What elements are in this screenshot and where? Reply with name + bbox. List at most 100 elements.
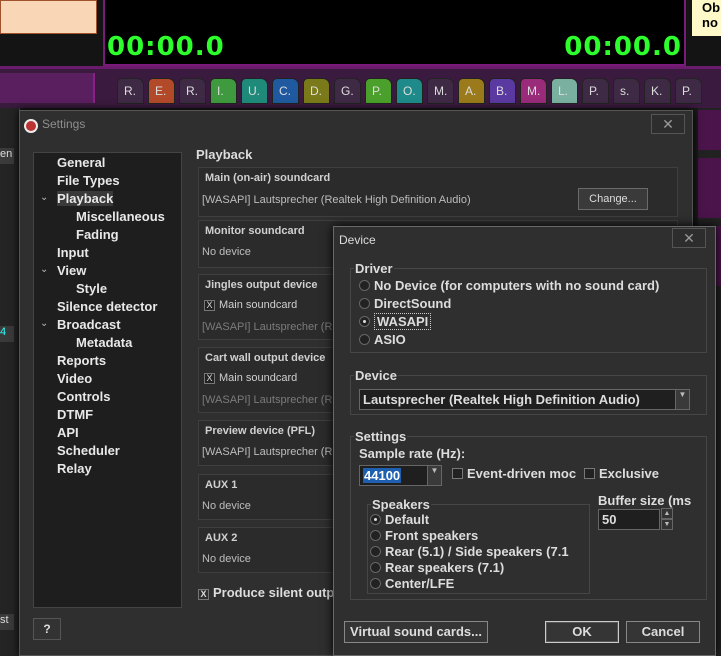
virtual-sound-cards-button[interactable]: Virtual sound cards... [344,621,488,643]
app-logo-icon [24,119,38,133]
tree-item-input[interactable]: Input [57,245,89,260]
radio-button[interactable] [359,334,370,345]
cart-tab[interactable]: R. [117,78,144,104]
exclusive-option[interactable]: Exclusive [584,466,659,481]
cart-tab[interactable]: C. [272,78,299,104]
radio-button[interactable] [370,578,381,589]
tree-item-scheduler[interactable]: Scheduler [57,443,120,458]
preview-device-label: Preview device (PFL) [205,425,316,437]
speaker-option-label: Rear (5.1) / Side speakers (7.1 [385,544,569,559]
tree-item-general[interactable]: General [57,155,105,170]
cart-tab[interactable]: L. [551,78,578,104]
device-close-button[interactable]: ✕ [672,228,706,248]
tree-item-api[interactable]: API [57,425,79,440]
tree-item-view[interactable]: View [57,263,86,278]
sample-rate-value: 44100 [363,468,402,483]
event-driven-option[interactable]: Event-driven moc [452,466,576,481]
silent-output-option[interactable]: X Produce silent outp [198,585,334,600]
radio-button[interactable] [359,316,370,327]
tree-item-reports[interactable]: Reports [57,353,106,368]
cart-tab[interactable]: P. [675,78,702,104]
cart-tab[interactable]: D. [303,78,330,104]
cart-tab[interactable]: M. [427,78,454,104]
buffer-size-input[interactable]: 50 [598,509,660,530]
tree-item-playback[interactable]: Playback [57,191,114,206]
radio-button[interactable] [370,530,381,541]
cart-tab[interactable]: U. [241,78,268,104]
tree-item-relay[interactable]: Relay [57,461,92,476]
cart-tab[interactable]: E. [148,78,175,104]
tree-item-controls[interactable]: Controls [57,389,110,404]
radio-button[interactable] [370,562,381,573]
buffer-size-stepper[interactable]: ▲ ▼ [661,508,673,530]
expand-chevron-icon[interactable]: ⌄ [40,192,48,203]
cart-tab[interactable]: B. [489,78,516,104]
cart-tab[interactable]: P. [582,78,609,104]
tree-item-file-types[interactable]: File Types [57,173,120,188]
radio-button[interactable] [370,514,381,525]
cart-tab[interactable]: O. [396,78,423,104]
cart-tab[interactable]: G. [334,78,361,104]
main-soundcard-group: Main (on-air) soundcard [WASAPI] Lautspr… [198,167,678,217]
sample-rate-select[interactable]: 44100 ▼ [359,465,442,486]
tree-item-metadata[interactable]: Metadata [76,335,132,350]
driver-option[interactable]: DirectSound [359,296,451,311]
tree-item-silence-detector[interactable]: Silence detector [57,299,157,314]
radio-button[interactable] [359,280,370,291]
speaker-option[interactable]: Front speakers [370,528,478,543]
stepper-down-icon[interactable]: ▼ [661,519,673,530]
radio-button[interactable] [370,546,381,557]
preview-device-value: [WASAPI] Lautsprecher (Re [202,446,339,458]
speakers-legend: Speakers [371,497,431,512]
aux1-value: No device [202,500,251,512]
speaker-option-label: Default [385,512,430,527]
chevron-down-icon[interactable]: ▼ [427,466,441,485]
silent-output-checkbox[interactable]: X [198,589,209,600]
cartwall-main-checkbox[interactable]: X [204,373,215,384]
event-driven-checkbox[interactable] [452,468,463,479]
tree-item-miscellaneous[interactable]: Miscellaneous [76,209,165,224]
driver-option[interactable]: ASIO [359,332,406,347]
monitor-soundcard-label: Monitor soundcard [205,225,305,237]
expand-chevron-icon[interactable]: ⌄ [40,264,48,275]
speaker-option[interactable]: Default [370,512,429,527]
cancel-button[interactable]: Cancel [626,621,700,643]
tree-item-video[interactable]: Video [57,371,92,386]
speaker-option[interactable]: Rear speakers (7.1) [370,560,504,575]
tree-item-fading[interactable]: Fading [76,227,119,242]
help-button[interactable]: ? [33,618,61,640]
cart-tab[interactable]: P. [365,78,392,104]
jingles-main-checkbox[interactable]: X [204,300,215,311]
speaker-option[interactable]: Center/LFE [370,576,454,591]
aux2-value: No device [202,553,251,565]
main-soundcard-label: Main (on-air) soundcard [205,172,331,184]
left-col-label: 4 [0,326,14,342]
cart-tab[interactable]: I. [210,78,237,104]
event-driven-label: Event-driven moc [467,466,577,481]
expand-chevron-icon[interactable]: ⌄ [40,318,48,329]
radio-button[interactable] [359,298,370,309]
left-col-label: st [0,614,14,630]
change-soundcard-button[interactable]: Change... [578,188,648,210]
cart-tab[interactable]: R. [179,78,206,104]
cart-tab[interactable]: K. [644,78,671,104]
cartwall-device-value: [WASAPI] Lautsprecher (Re [202,394,339,406]
cartwall-device-label: Cart wall output device [205,352,326,364]
ok-button[interactable]: OK [545,621,619,643]
driver-option[interactable]: No Device (for computers with no sound c… [359,278,659,293]
tree-item-broadcast[interactable]: Broadcast [57,317,121,332]
tree-item-dtmf[interactable]: DTMF [57,407,93,422]
device-select[interactable]: Lautsprecher (Realtek High Definition Au… [359,389,690,410]
stepper-up-icon[interactable]: ▲ [661,508,673,519]
exclusive-checkbox[interactable] [584,468,595,479]
chevron-down-icon[interactable]: ▼ [675,390,689,409]
tree-item-style[interactable]: Style [76,281,107,296]
speaker-option[interactable]: Rear (5.1) / Side speakers (7.1 [370,544,569,559]
driver-group: Driver No Device (for computers with no … [350,261,707,353]
cart-tab[interactable]: M. [520,78,547,104]
buffer-size-label: Buffer size (ms [598,493,692,508]
cart-tab[interactable]: s. [613,78,640,104]
settings-close-button[interactable]: ✕ [651,114,685,134]
cart-tab[interactable]: A. [458,78,485,104]
driver-option[interactable]: WASAPI [359,313,432,330]
